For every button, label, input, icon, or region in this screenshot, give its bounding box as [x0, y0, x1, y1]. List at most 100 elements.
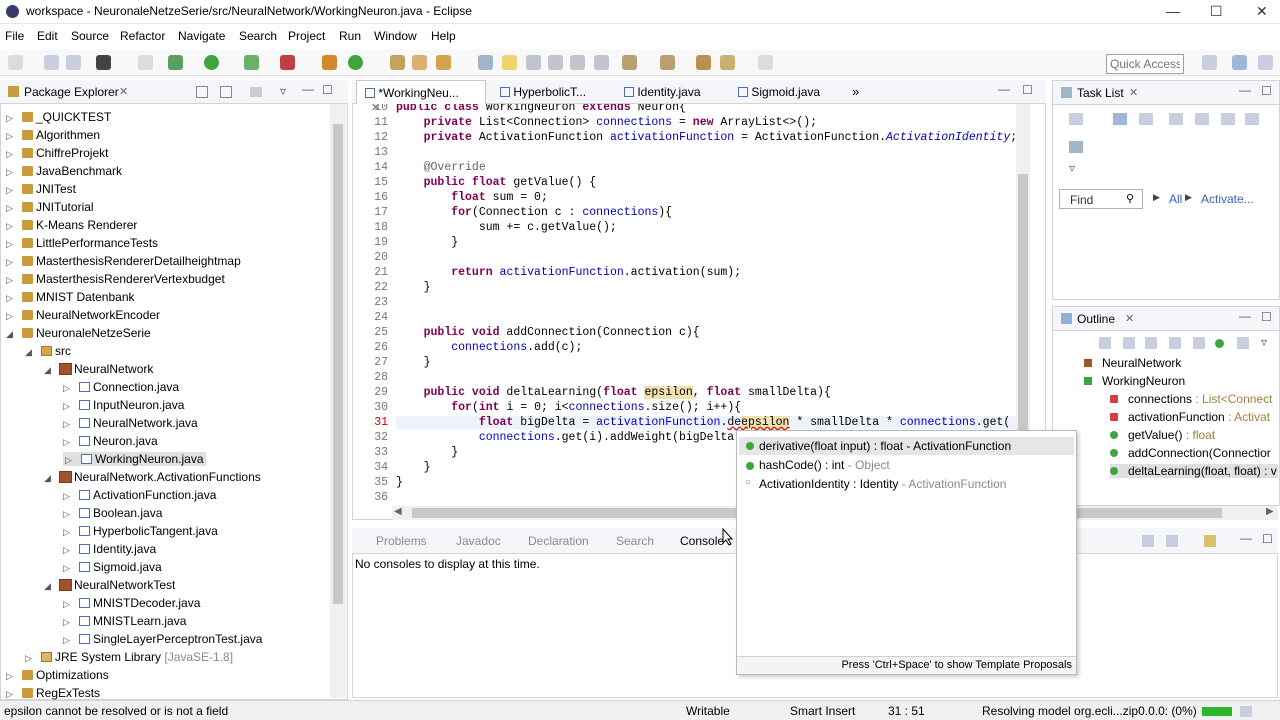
collapsed-twisty-icon[interactable]: ▷ — [6, 293, 16, 304]
code-line[interactable]: float bigDelta = activationFunction.deep… — [396, 416, 1016, 429]
tree-item[interactable]: ▷ ChiffreProjekt — [6, 146, 108, 160]
tree-item[interactable]: ▷ Connection.java — [63, 380, 179, 394]
last-edit-icon[interactable] — [696, 55, 711, 70]
tab-declaration[interactable]: Declaration — [528, 534, 589, 548]
tree-item[interactable]: ▷ Identity.java — [63, 542, 156, 556]
minimize-view-icon[interactable]: — — [1239, 309, 1251, 323]
collapsed-twisty-icon[interactable]: ▷ — [6, 275, 16, 286]
code-line[interactable]: } — [396, 461, 431, 474]
menu-edit[interactable]: Edit — [37, 29, 58, 43]
new-icon[interactable] — [8, 55, 23, 70]
minimize-view-icon[interactable]: — — [1240, 531, 1252, 545]
tab-console[interactable]: Console — [680, 534, 724, 548]
tree-item[interactable]: ▷ NeuralNetwork.java — [63, 416, 198, 430]
toggle-block-icon[interactable] — [526, 55, 541, 70]
focus-icon[interactable] — [1169, 113, 1183, 125]
more-tabs-icon[interactable]: » — [852, 84, 859, 99]
close-button[interactable]: ✕ — [1256, 3, 1268, 20]
tree-item[interactable]: ▷ ActivationFunction.java — [63, 488, 216, 502]
tree-item[interactable]: ▷ JNITutorial — [6, 200, 94, 214]
back-icon[interactable] — [720, 55, 735, 70]
collapsed-twisty-icon[interactable]: ▷ — [6, 671, 16, 682]
scroll-thumb[interactable] — [1018, 174, 1028, 474]
maximize-view-icon[interactable]: ☐ — [1262, 532, 1273, 546]
maximize-view-icon[interactable]: ☐ — [1261, 310, 1272, 324]
tree-item[interactable]: ▷ Optimizations — [6, 668, 109, 682]
code-line[interactable]: } — [396, 236, 458, 249]
tab-identity[interactable]: Identity.java — [616, 80, 720, 104]
external-tools-icon[interactable] — [280, 55, 295, 70]
maximize-view-icon[interactable]: ☐ — [1261, 84, 1272, 98]
tree-item[interactable]: ◢ NeuronaleNetzeSerie — [6, 326, 151, 340]
close-view-icon[interactable]: ✕ — [1125, 312, 1134, 325]
tree-item[interactable]: ◢ NeuralNetworkTest — [44, 578, 175, 592]
outline-item[interactable]: deltaLearning(float, float) : v — [1110, 464, 1278, 478]
forward-icon[interactable] — [758, 55, 773, 70]
code-line[interactable]: public float getValue() { — [396, 176, 597, 189]
collapsed-twisty-icon[interactable]: ▷ — [6, 149, 16, 160]
tree-item[interactable]: ▷ Algorithmen — [6, 128, 100, 142]
sort-icon[interactable] — [1123, 337, 1135, 349]
pin-console-icon[interactable] — [1142, 535, 1154, 547]
debug-perspective-icon[interactable] — [1258, 55, 1273, 70]
new-package-icon[interactable] — [322, 55, 337, 70]
collapsed-twisty-icon[interactable]: ▷ — [65, 455, 75, 466]
collapse-all-icon[interactable] — [1099, 337, 1111, 349]
hide-completed-icon[interactable] — [1195, 113, 1209, 125]
maximize-button[interactable]: ☐ — [1210, 3, 1223, 20]
code-line[interactable]: @Override — [396, 161, 486, 174]
tree-item[interactable]: ▷ HyperbolicTangent.java — [63, 524, 218, 538]
menu-navigate[interactable]: Navigate — [178, 29, 225, 43]
chevron-down-icon[interactable]: ▿ — [1261, 335, 1267, 349]
skip-breakpoints-icon[interactable] — [138, 55, 153, 70]
tree-item[interactable]: ▷ K-Means Renderer — [6, 218, 137, 232]
save-all-icon[interactable] — [66, 55, 81, 70]
package-explorer-scrollbar[interactable] — [330, 104, 346, 698]
highlight-icon[interactable] — [502, 55, 517, 70]
minimize-view-icon[interactable]: — — [1239, 83, 1251, 97]
outline-item[interactable]: connections : List<Connect — [1110, 392, 1278, 406]
tab-javadoc[interactable]: Javadoc — [456, 534, 501, 548]
tree-item[interactable]: ▷ MNISTDecoder.java — [63, 596, 200, 610]
collapsed-twisty-icon[interactable]: ▷ — [6, 239, 16, 250]
package-explorer-tab[interactable]: Package Explorer — [24, 85, 119, 99]
collapsed-twisty-icon[interactable]: ▷ — [63, 491, 73, 502]
menu-window[interactable]: Window — [374, 29, 417, 43]
tree-item[interactable]: ▷ NeuralNetworkEncoder — [6, 308, 160, 322]
collapsed-twisty-icon[interactable]: ▷ — [6, 203, 16, 214]
task-repo-icon[interactable] — [1069, 141, 1083, 153]
collapsed-twisty-icon[interactable]: ▷ — [6, 689, 16, 700]
run-icon[interactable] — [204, 55, 219, 70]
collapsed-twisty-icon[interactable]: ▷ — [63, 383, 73, 394]
quick-access-input[interactable] — [1106, 54, 1184, 74]
code-line[interactable]: public void deltaLearning(float epsilon,… — [396, 386, 831, 399]
menu-file[interactable]: File — [5, 29, 24, 43]
collapsed-twisty-icon[interactable]: ▷ — [63, 635, 73, 646]
hide-fields-icon[interactable] — [1145, 337, 1157, 349]
proposal-item[interactable]: ActivationIdentity : Identity - Activati… — [759, 477, 1006, 491]
minimize-button[interactable]: — — [1166, 3, 1180, 19]
tree-item[interactable]: ▷ Neuron.java — [63, 434, 158, 448]
toggle-word-wrap-icon[interactable] — [570, 55, 585, 70]
toggle-mark-icon[interactable] — [478, 55, 493, 70]
proposal-item[interactable]: hashCode() : int - Object — [759, 458, 890, 472]
code-line[interactable]: private ActivationFunction activationFun… — [396, 131, 1016, 144]
all-link[interactable]: All — [1169, 192, 1182, 206]
collapsed-twisty-icon[interactable]: ▷ — [6, 131, 16, 142]
code-line[interactable]: private List<Connection> connections = n… — [396, 116, 817, 129]
collapsed-twisty-icon[interactable]: ▷ — [63, 563, 73, 574]
sync-icon[interactable] — [1221, 113, 1235, 125]
expanded-twisty-icon[interactable]: ◢ — [6, 329, 16, 340]
view-menu-icon[interactable] — [250, 87, 262, 97]
chevron-down-icon[interactable]: ▿ — [1069, 161, 1075, 175]
collapsed-twisty-icon[interactable]: ▷ — [6, 113, 16, 124]
menu-search[interactable]: Search — [239, 29, 277, 43]
collapsed-twisty-icon[interactable]: ▷ — [6, 221, 16, 232]
new-class-icon[interactable] — [348, 55, 363, 70]
code-line[interactable]: for(Connection c : connections){ — [396, 206, 672, 219]
close-view-icon[interactable]: ✕ — [119, 85, 128, 98]
link-editor-icon[interactable] — [1237, 337, 1249, 349]
tree-item[interactable]: ▷ RegExTests — [6, 686, 100, 700]
code-line[interactable]: } — [396, 356, 431, 369]
tab-search[interactable]: Search — [616, 534, 654, 548]
